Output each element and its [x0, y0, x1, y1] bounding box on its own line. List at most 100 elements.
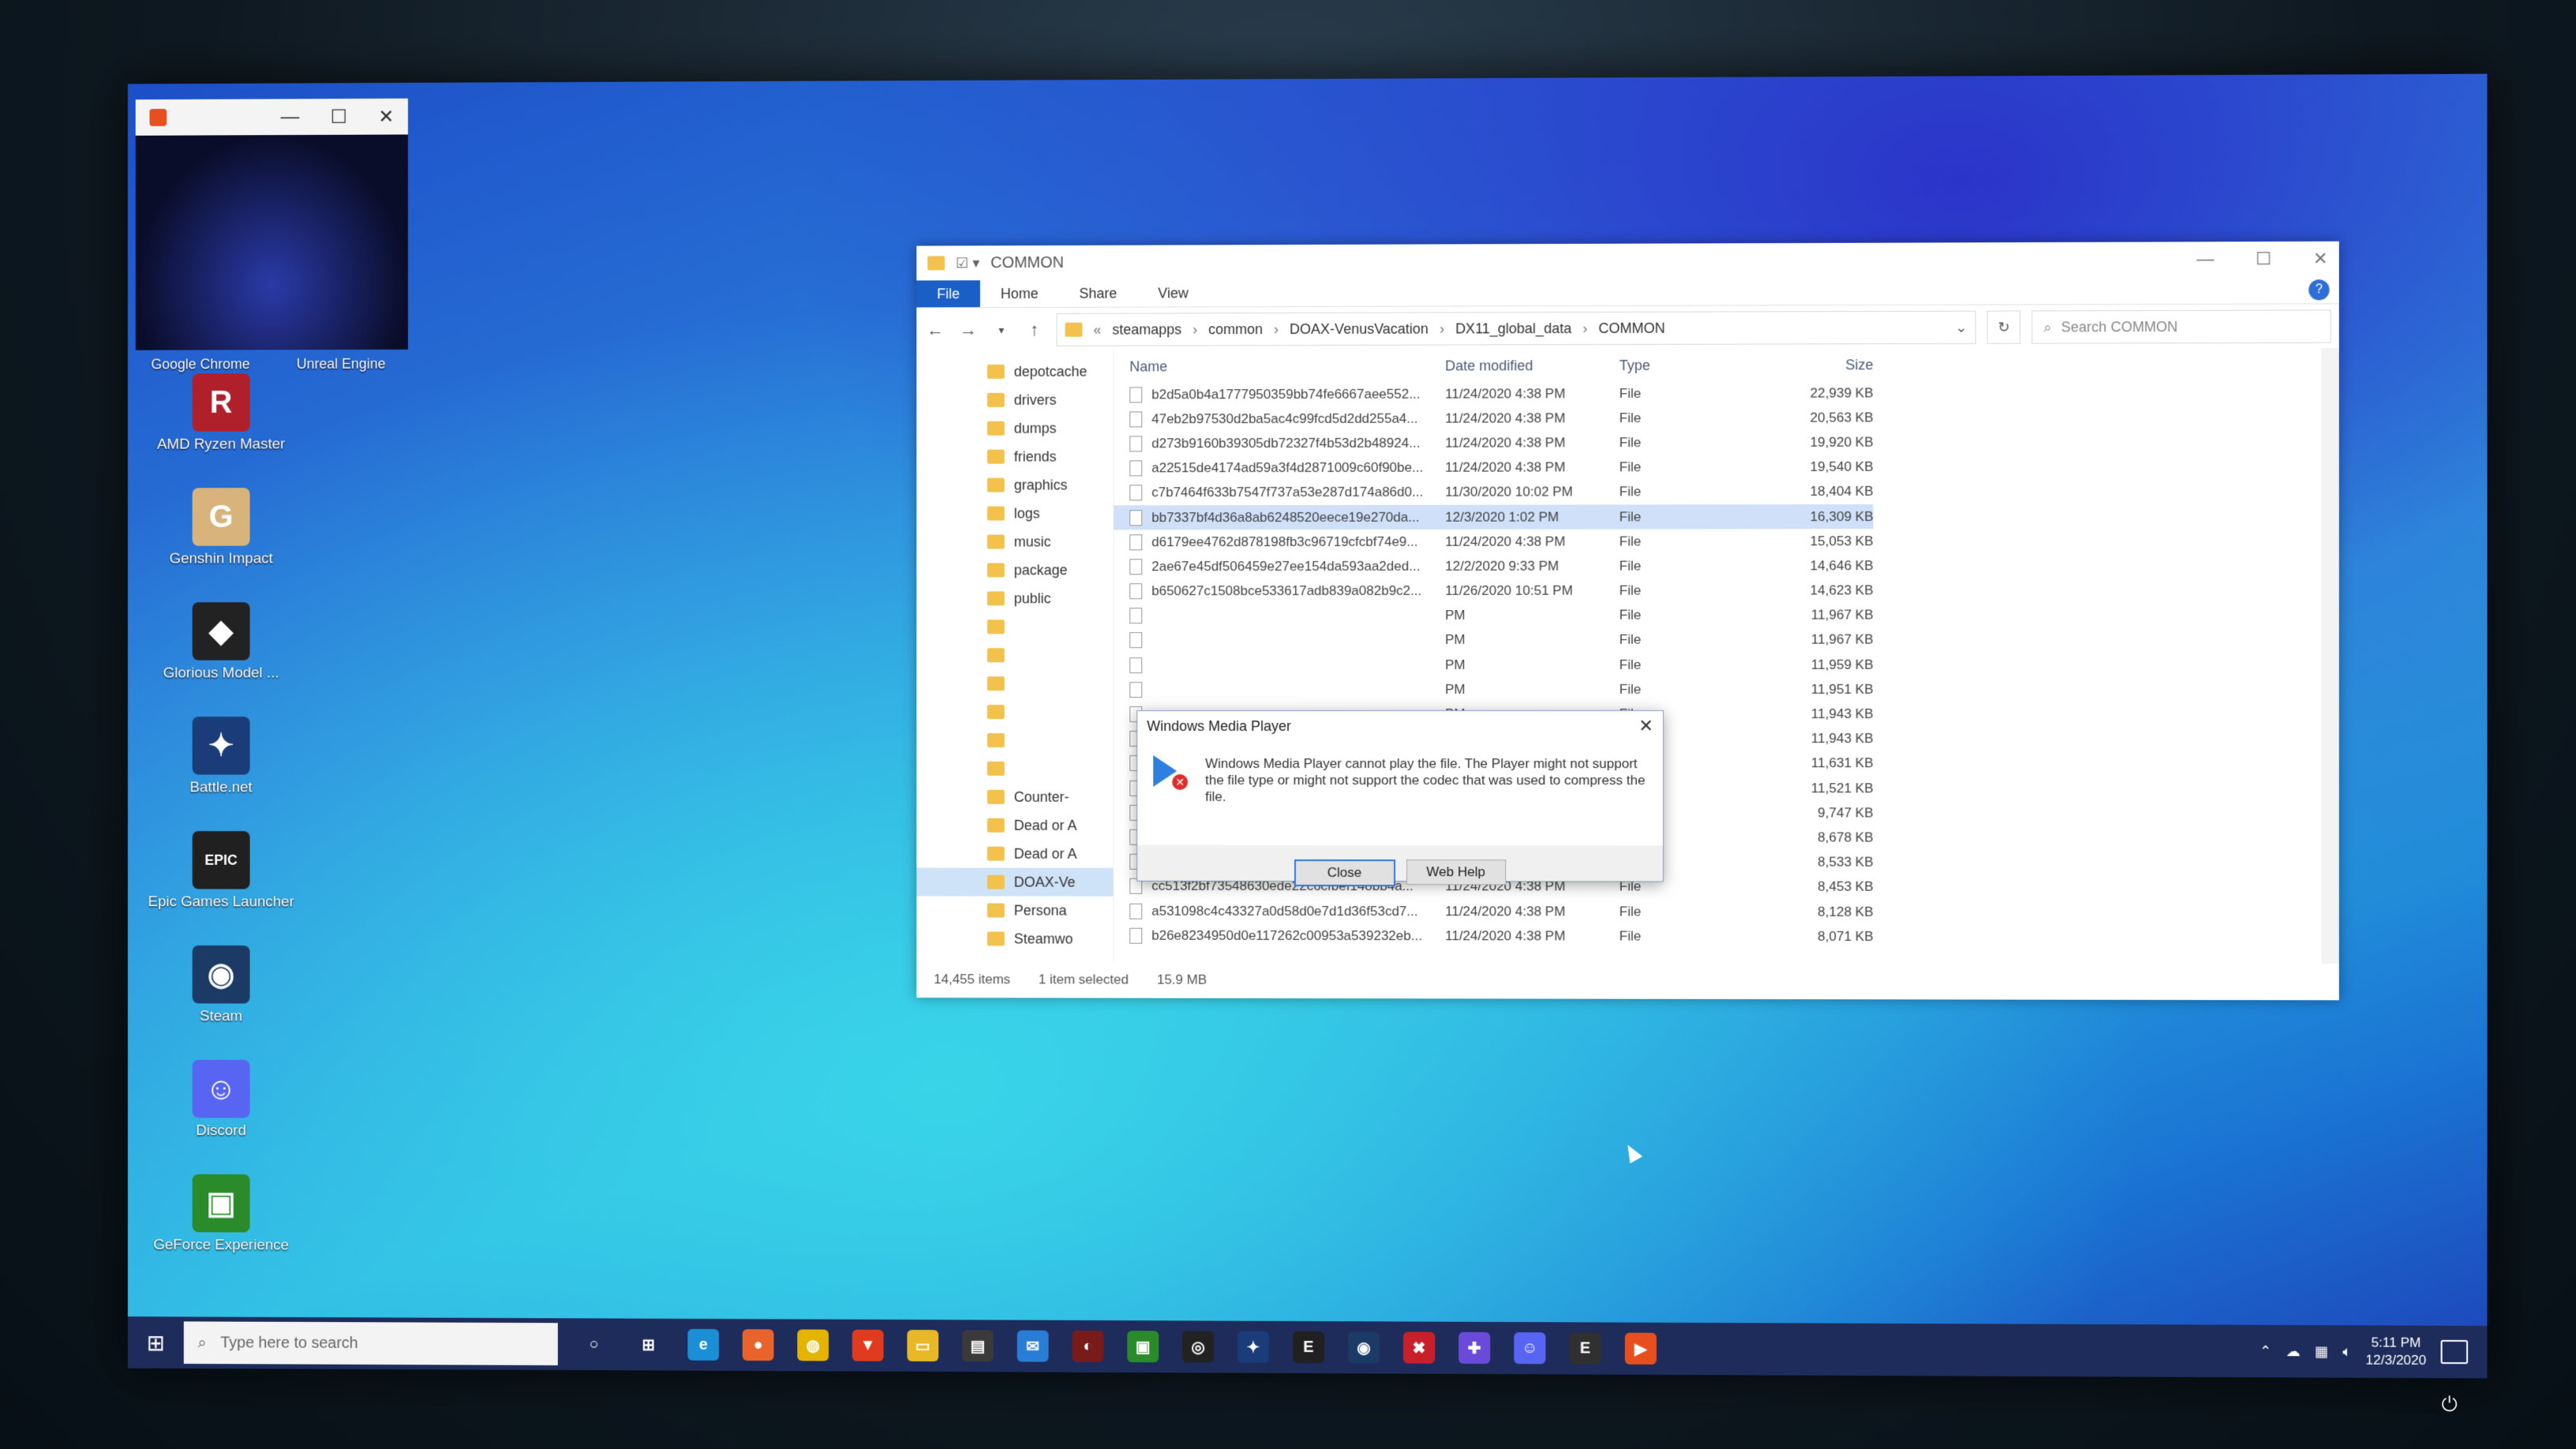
- network-icon[interactable]: ▦: [2315, 1343, 2328, 1360]
- file-row[interactable]: PM File 11,967 KB: [1114, 603, 2338, 628]
- forward-arrow-icon[interactable]: →: [957, 320, 979, 340]
- tab-share[interactable]: Share: [1059, 280, 1138, 307]
- address-dropdown-icon[interactable]: ⌄: [1955, 319, 1967, 335]
- geforce-icon[interactable]: ▣: [1127, 1331, 1159, 1362]
- file-row[interactable]: PM File 11,959 KB: [1114, 652, 2338, 677]
- onedrive-icon[interactable]: ☁: [2286, 1343, 2300, 1360]
- discord-icon[interactable]: ☺: [1514, 1332, 1545, 1364]
- brave-icon[interactable]: ▼: [852, 1330, 884, 1361]
- dialog-close-icon[interactable]: ✕: [1638, 716, 1653, 736]
- nav-item[interactable]: [916, 641, 1113, 669]
- close-button[interactable]: ✕: [378, 105, 394, 128]
- nav-item[interactable]: music: [916, 527, 1113, 556]
- desktop-icon[interactable]: ☺ Discord: [144, 1060, 299, 1170]
- epic-games-icon[interactable]: E: [1570, 1332, 1601, 1364]
- nav-item[interactable]: graphics: [916, 470, 1113, 499]
- volume-icon[interactable]: 🔈︎: [2342, 1343, 2351, 1360]
- tab-view[interactable]: View: [1137, 279, 1209, 306]
- search-input[interactable]: ⌕ Search COMMON: [2031, 309, 2331, 343]
- desktop-icon[interactable]: G Genshin Impact: [144, 488, 299, 597]
- column-type[interactable]: Type: [1619, 357, 1762, 373]
- minimize-button[interactable]: —: [280, 106, 299, 129]
- refresh-icon[interactable]: ↻: [1987, 310, 2020, 343]
- dialog-titlebar[interactable]: Windows Media Player ✕: [1137, 711, 1663, 741]
- breadcrumb-doax[interactable]: DOAX-VenusVacation: [1290, 320, 1428, 337]
- nav-item[interactable]: depotcache: [916, 358, 1113, 387]
- breadcrumb-dx11[interactable]: DX11_global_data: [1455, 320, 1571, 337]
- nav-item[interactable]: DOAX-Ve: [916, 868, 1113, 897]
- nav-item[interactable]: public: [916, 584, 1113, 612]
- tab-home[interactable]: Home: [980, 280, 1059, 307]
- controller-icon[interactable]: ✚: [1458, 1332, 1490, 1364]
- desktop-icon[interactable]: ◉ Steam: [144, 945, 299, 1055]
- nav-item[interactable]: Dead or A: [916, 811, 1113, 840]
- up-arrow-icon[interactable]: ↑: [1024, 320, 1046, 340]
- nav-item[interactable]: [916, 669, 1113, 698]
- back-arrow-icon[interactable]: ←: [924, 320, 946, 340]
- file-row[interactable]: a531098c4c43327a0d58d0e7d1d36f53cd7... 11…: [1114, 899, 2338, 925]
- file-row[interactable]: PM File 11,967 KB: [1114, 627, 2338, 653]
- firefox-icon[interactable]: ●: [743, 1329, 774, 1361]
- file-explorer-icon[interactable]: ▭: [907, 1330, 938, 1361]
- file-row[interactable]: bb7337bf4d36a8ab6248520eece19e270da... 12…: [1114, 504, 1873, 530]
- navigation-pane[interactable]: depotcache drivers dumps friends graphics log…: [916, 351, 1114, 962]
- minimize-button[interactable]: —: [2196, 249, 2214, 269]
- steam-icon[interactable]: ◉: [1348, 1331, 1380, 1363]
- store-icon[interactable]: ▤: [962, 1330, 994, 1361]
- desktop-icon[interactable]: ▣ GeForce Experience: [144, 1174, 299, 1285]
- ryzen-icon[interactable]: ◐: [1072, 1331, 1103, 1362]
- help-icon[interactable]: ?: [2308, 279, 2329, 300]
- chrome-icon[interactable]: ◍: [797, 1329, 829, 1361]
- column-size[interactable]: Size: [1762, 357, 1874, 373]
- file-row[interactable]: d6179ee4762d878198fb3c96719cfcbf74e9... 1…: [1114, 528, 2338, 554]
- file-row[interactable]: 2ae67e45df506459e27ee154da593aa2ded... 12…: [1114, 553, 2338, 579]
- file-row[interactable]: PM File 11,951 KB: [1114, 677, 2338, 702]
- file-row[interactable]: b26e8234950d0e117262c00953a539232eb... 11…: [1114, 923, 2338, 949]
- nav-item[interactable]: [916, 726, 1113, 754]
- show-hidden-icons-icon[interactable]: ⌃: [2260, 1342, 2271, 1359]
- close-button[interactable]: Close: [1294, 859, 1395, 886]
- task-view-icon[interactable]: ⊞: [633, 1329, 665, 1361]
- nav-item[interactable]: [916, 698, 1113, 726]
- nav-item[interactable]: Dead or A: [916, 840, 1113, 868]
- nav-item[interactable]: [916, 612, 1113, 641]
- recent-dropdown-icon[interactable]: ▾: [990, 323, 1013, 336]
- file-row[interactable]: b2d5a0b4a1777950359bb74fe6667aee552... 11…: [1114, 380, 2338, 407]
- cortana-icon[interactable]: ○: [578, 1328, 610, 1360]
- nav-item[interactable]: drivers: [916, 386, 1113, 414]
- game-icon[interactable]: ✖: [1403, 1332, 1435, 1364]
- nav-item[interactable]: logs: [916, 499, 1113, 527]
- file-row[interactable]: a22515de4174ad59a3f4d2871009c60f90be... 1…: [1114, 454, 2338, 481]
- desktop-icon[interactable]: R AMD Ryzen Master: [144, 373, 299, 483]
- unreal-icon[interactable]: ◎: [1182, 1331, 1214, 1362]
- video-area[interactable]: [136, 134, 408, 350]
- nav-item[interactable]: dumps: [916, 414, 1113, 442]
- nav-item[interactable]: Steamwo: [916, 924, 1113, 953]
- breadcrumb-steamapps[interactable]: steamapps: [1112, 321, 1181, 338]
- file-row[interactable]: b650627c1508bce533617adb839a082b9c2... 11…: [1114, 578, 2338, 604]
- file-row[interactable]: c7b7464f633b7547f737a53e287d174a86d0... 1…: [1114, 479, 2338, 506]
- mini-player-titlebar[interactable]: — ☐ ✕: [136, 99, 408, 136]
- breadcrumb-current[interactable]: COMMON: [1598, 320, 1664, 336]
- address-bar[interactable]: « steamapps › common › DOAX-VenusVacatio…: [1057, 311, 1976, 346]
- taskbar-search-input[interactable]: ⌕ Type here to search: [184, 1321, 558, 1365]
- maximize-button[interactable]: ☐: [331, 105, 347, 128]
- nav-item[interactable]: package: [916, 556, 1113, 584]
- breadcrumb-common[interactable]: common: [1208, 321, 1263, 338]
- vertical-scrollbar[interactable]: [2321, 348, 2338, 964]
- tab-file[interactable]: File: [916, 280, 980, 307]
- file-row[interactable]: 47eb2b97530d2ba5ac4c99fcd5d2dd255a4... 11…: [1114, 404, 2338, 431]
- explorer-titlebar[interactable]: ☑ ▾ COMMON — ☐ ✕: [916, 242, 2338, 281]
- nav-item[interactable]: friends: [916, 442, 1113, 470]
- quick-access-toolbar[interactable]: ☑ ▾: [956, 255, 979, 271]
- epic-icon[interactable]: E: [1293, 1331, 1324, 1363]
- media-player-icon[interactable]: ▶: [1625, 1333, 1657, 1365]
- column-name[interactable]: Name: [1114, 358, 1445, 375]
- nav-item[interactable]: Counter-: [916, 783, 1113, 811]
- nav-item[interactable]: [916, 754, 1113, 783]
- clock[interactable]: 5:11 PM 12/3/2020: [2366, 1334, 2427, 1369]
- edge-icon[interactable]: e: [687, 1329, 719, 1361]
- windows-start-icon[interactable]: ⊞: [128, 1330, 184, 1356]
- desktop-icon[interactable]: EPIC Epic Games Launcher: [144, 831, 299, 941]
- desktop-icon[interactable]: ✦ Battle.net: [144, 717, 299, 826]
